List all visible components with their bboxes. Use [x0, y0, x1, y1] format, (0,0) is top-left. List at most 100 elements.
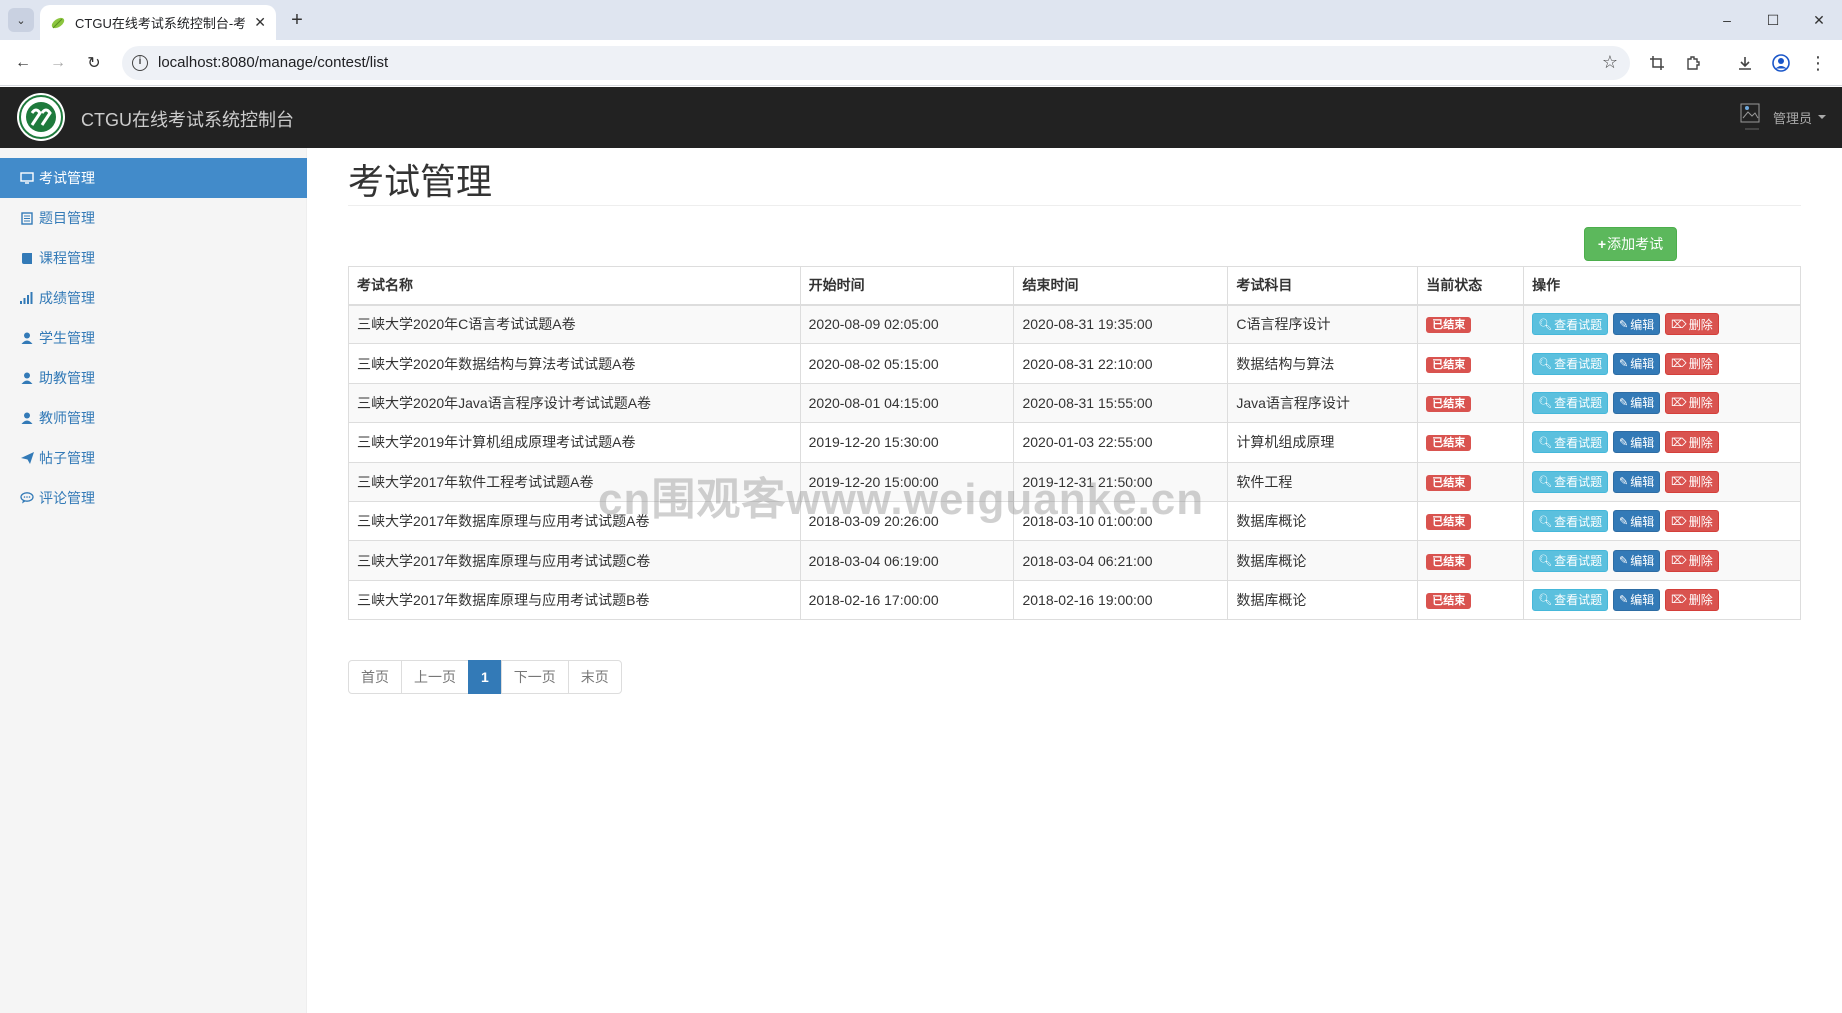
browser-tab-active[interactable]: CTGU在线考试系统控制台-考试 ✕	[40, 5, 276, 40]
delete-button[interactable]: ⌦ 删除	[1665, 470, 1719, 493]
sidebar-item-scores[interactable]: 成绩管理	[0, 278, 307, 318]
edit-label: 编辑	[1630, 435, 1655, 450]
page-current-button[interactable]: 1	[468, 660, 502, 694]
view-questions-button[interactable]: 🔍︎ 查看试题	[1532, 510, 1609, 533]
end-time-cell: 2018-03-10 01:00:00	[1013, 500, 1229, 542]
view-questions-label: 查看试题	[1554, 514, 1603, 529]
edit-button[interactable]: ✎ 编辑	[1613, 352, 1661, 375]
edit-button[interactable]: ✎ 编辑	[1613, 588, 1661, 611]
user-menu[interactable]: 管理员	[1739, 101, 1826, 133]
sidebar-item-students[interactable]: 学生管理	[0, 318, 307, 358]
view-questions-button[interactable]: 🔍︎ 查看试题	[1532, 391, 1609, 414]
close-icon[interactable]: ✕	[254, 14, 266, 31]
edit-icon: ✎	[1619, 358, 1629, 371]
add-exam-button[interactable]: + 添加考试	[1584, 227, 1677, 261]
new-tab-button[interactable]: +	[284, 8, 310, 32]
exam-name-cell: 三峡大学2019年计算机组成原理考试试题A卷	[348, 422, 801, 463]
sidebar-item-questions[interactable]: 题目管理	[0, 198, 307, 238]
view-questions-button[interactable]: 🔍︎ 查看试题	[1532, 313, 1609, 336]
delete-button[interactable]: ⌦ 删除	[1665, 352, 1719, 375]
plus-icon: +	[1597, 236, 1607, 252]
search-icon: 🔍︎	[1538, 515, 1553, 528]
view-questions-button[interactable]: 🔍︎ 查看试题	[1532, 549, 1609, 572]
sidebar-item-courses[interactable]: 课程管理	[0, 238, 307, 278]
edit-button[interactable]: ✎ 编辑	[1613, 510, 1661, 533]
sidebar-item-exam[interactable]: 考试管理	[0, 158, 307, 198]
column-header-end: 结束时间	[1013, 266, 1229, 306]
actions-cell: 🔍︎ 查看试题 ✎ 编辑 ⌦ 删除	[1523, 461, 1801, 502]
end-time-cell: 2020-08-31 15:55:00	[1013, 382, 1229, 424]
page-prev-button[interactable]: 上一页	[401, 660, 469, 694]
edit-label: 编辑	[1630, 554, 1655, 569]
actions-cell: 🔍︎ 查看试题 ✎ 编辑 ⌦ 删除	[1523, 343, 1801, 384]
page-last-button[interactable]: 末页	[567, 660, 622, 694]
sidebar-item-label: 题目管理	[39, 210, 95, 226]
site-info-icon[interactable]: i	[132, 55, 148, 71]
table-row: 三峡大学2017年数据库原理与应用考试试题C卷 2018-03-04 06:19:…	[348, 540, 1801, 581]
screenshot-icon[interactable]	[1645, 51, 1669, 75]
user-icon	[20, 371, 34, 385]
view-questions-button[interactable]: 🔍︎ 查看试题	[1532, 431, 1609, 454]
profile-icon[interactable]	[1769, 51, 1793, 75]
view-questions-label: 查看试题	[1554, 357, 1603, 372]
delete-label: 删除	[1688, 593, 1713, 608]
sidebar-item-label: 课程管理	[39, 250, 95, 266]
sidebar-item-posts[interactable]: 帖子管理	[0, 438, 307, 478]
page-first-button[interactable]: 首页	[348, 660, 402, 694]
more-menu-icon[interactable]: ⋮	[1806, 51, 1830, 75]
trash-icon: ⌦	[1671, 555, 1687, 568]
edit-button[interactable]: ✎ 编辑	[1613, 470, 1661, 493]
forward-button[interactable]: →	[45, 51, 71, 75]
exam-name-cell: 三峡大学2017年软件工程考试试题A卷	[348, 461, 801, 502]
exam-name-cell: 三峡大学2020年C语言考试试题A卷	[348, 303, 801, 345]
delete-button[interactable]: ⌦ 删除	[1665, 588, 1719, 611]
download-icon[interactable]	[1733, 51, 1757, 75]
column-header-name: 考试名称	[348, 266, 801, 306]
view-questions-button[interactable]: 🔍︎ 查看试题	[1532, 352, 1609, 375]
subject-cell: 计算机组成原理	[1227, 422, 1419, 463]
delete-button[interactable]: ⌦ 删除	[1665, 549, 1719, 572]
avatar	[1739, 102, 1765, 132]
end-time-cell: 2018-02-16 19:00:00	[1013, 579, 1229, 621]
delete-label: 删除	[1688, 514, 1713, 529]
app-navbar: CTGU在线考试系统控制台 管理员	[0, 87, 1842, 148]
minimize-button[interactable]: –	[1704, 0, 1750, 40]
sidebar-item-assistants[interactable]: 助教管理	[0, 358, 307, 398]
delete-button[interactable]: ⌦ 删除	[1665, 391, 1719, 414]
caret-down-icon	[1818, 115, 1826, 119]
tab-search-button[interactable]: ⌄	[8, 8, 34, 32]
exam-name-cell: 三峡大学2020年数据结构与算法考试试题A卷	[348, 343, 801, 384]
edit-button[interactable]: ✎ 编辑	[1613, 313, 1661, 336]
trash-icon: ⌦	[1671, 515, 1687, 528]
edit-button[interactable]: ✎ 编辑	[1613, 391, 1661, 414]
sidebar-item-teachers[interactable]: 教师管理	[0, 398, 307, 438]
edit-button[interactable]: ✎ 编辑	[1613, 549, 1661, 572]
search-icon: 🔍︎	[1538, 555, 1553, 568]
view-questions-button[interactable]: 🔍︎ 查看试题	[1532, 588, 1609, 611]
window-close-button[interactable]: ✕	[1796, 0, 1842, 40]
status-cell: 已结束	[1417, 579, 1525, 621]
delete-button[interactable]: ⌦ 删除	[1665, 510, 1719, 533]
sidebar-item-comments[interactable]: 评论管理	[0, 478, 307, 518]
subject-cell: Java语言程序设计	[1227, 382, 1419, 424]
maximize-button[interactable]: ☐	[1750, 0, 1796, 40]
brand-title[interactable]: CTGU在线考试系统控制台	[81, 106, 294, 132]
leaf-favicon-icon	[50, 15, 66, 31]
reload-button[interactable]: ↻	[81, 51, 107, 75]
back-button[interactable]: ←	[10, 51, 36, 75]
address-bar[interactable]: i localhost:8080/manage/contest/list ☆	[122, 46, 1630, 80]
edit-label: 编辑	[1630, 396, 1655, 411]
edit-button[interactable]: ✎ 编辑	[1613, 431, 1661, 454]
bookmark-star-icon[interactable]: ☆	[1602, 52, 1618, 73]
table-row: 三峡大学2020年Java语言程序设计考试试题A卷 2020-08-01 04:1…	[348, 382, 1801, 424]
delete-button[interactable]: ⌦ 删除	[1665, 431, 1719, 454]
brand-logo[interactable]	[17, 93, 65, 141]
page-next-button[interactable]: 下一页	[500, 660, 569, 694]
delete-button[interactable]: ⌦ 删除	[1665, 313, 1719, 336]
view-questions-button[interactable]: 🔍︎ 查看试题	[1532, 470, 1609, 493]
edit-icon: ✎	[1619, 594, 1629, 607]
status-cell: 已结束	[1417, 382, 1525, 424]
extensions-icon[interactable]	[1681, 51, 1705, 75]
column-header-actions: 操作	[1523, 266, 1801, 306]
monitor-icon	[20, 171, 34, 185]
